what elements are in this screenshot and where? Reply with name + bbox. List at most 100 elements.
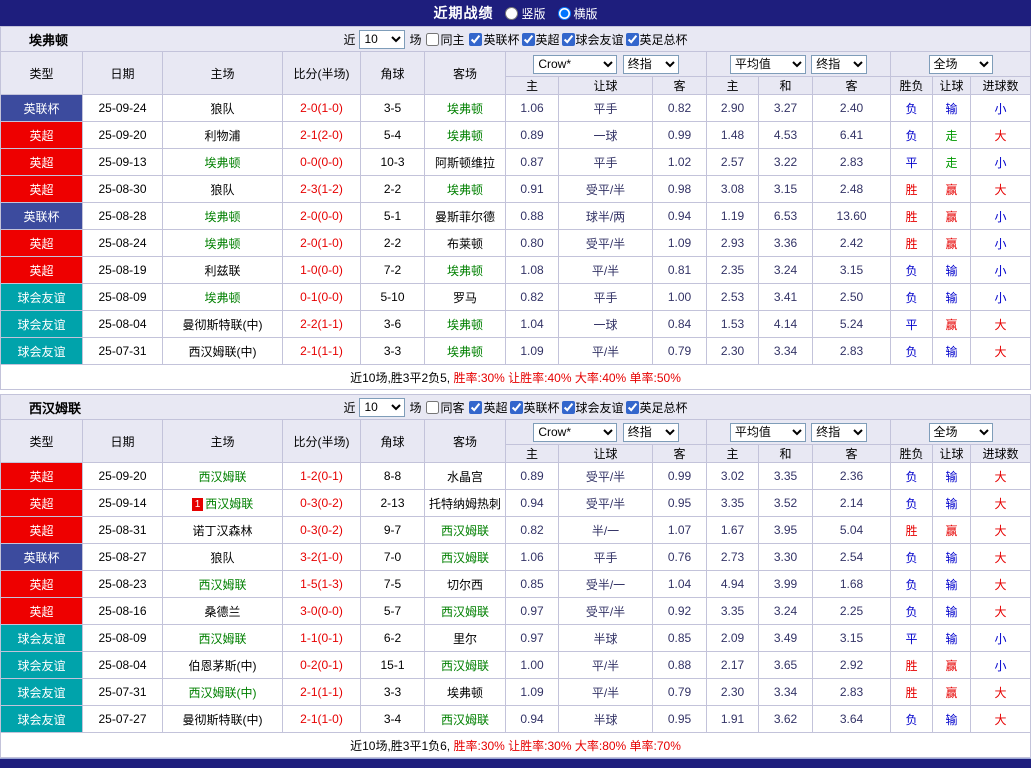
avg-draw-odds: 3.36 bbox=[759, 230, 813, 257]
sub-col-handicap-result: 让球 bbox=[933, 77, 971, 95]
result-goals: 大 bbox=[971, 490, 1031, 517]
home-team-name: 埃弗顿 bbox=[204, 291, 240, 305]
league-filter[interactable]: 英足总杯 bbox=[624, 399, 688, 416]
league-filter-checkbox[interactable] bbox=[562, 401, 575, 414]
match-count-select[interactable]: 10 bbox=[359, 398, 405, 417]
league-filter-checkbox[interactable] bbox=[562, 33, 575, 46]
avg-draw-odds: 3.52 bbox=[759, 490, 813, 517]
filter-bar: 近 10 场 同主 英联杯英超球会友谊英足总杯 bbox=[343, 30, 687, 49]
away-team-cell: 埃弗顿 bbox=[425, 311, 506, 338]
score-link[interactable]: 2-0(1-0) bbox=[283, 230, 361, 257]
result-handicap: 输 bbox=[933, 463, 971, 490]
avg-home-odds: 2.93 bbox=[707, 230, 759, 257]
score-link[interactable]: 1-2(0-1) bbox=[283, 463, 361, 490]
home-team-name: 西汉姆联(中) bbox=[189, 345, 257, 359]
league-filter[interactable]: 英足总杯 bbox=[624, 31, 688, 48]
sub-col-handicap-result: 让球 bbox=[933, 445, 971, 463]
league-filter[interactable]: 球会友谊 bbox=[560, 399, 624, 416]
avg-stage-select[interactable]: 终指 bbox=[811, 423, 867, 442]
score-link[interactable]: 0-2(0-1) bbox=[283, 652, 361, 679]
odds-company-select[interactable]: Crow* bbox=[533, 423, 617, 442]
match-row: 球会友谊25-08-04伯恩茅斯(中)0-2(0-1)15-1西汉姆联1.00平… bbox=[1, 652, 1031, 679]
crow-home-odds: 0.97 bbox=[506, 598, 559, 625]
home-team-name: 西汉姆联 bbox=[198, 470, 246, 484]
league-filter-checkbox[interactable] bbox=[626, 401, 639, 414]
league-filter[interactable]: 英超 bbox=[520, 31, 560, 48]
score-link[interactable]: 1-5(1-3) bbox=[283, 571, 361, 598]
sub-col-crow-away: 客 bbox=[653, 77, 707, 95]
league-filter[interactable]: 英联杯 bbox=[467, 31, 519, 48]
score-link[interactable]: 2-1(1-1) bbox=[283, 338, 361, 365]
away-team-cell: 埃弗顿 bbox=[425, 338, 506, 365]
match-date: 25-09-13 bbox=[83, 149, 163, 176]
match-scope-select[interactable]: 全场 bbox=[929, 423, 993, 442]
same-side-checkbox[interactable] bbox=[426, 33, 439, 46]
away-team-cell: 罗马 bbox=[425, 284, 506, 311]
score-link[interactable]: 0-3(0-2) bbox=[283, 490, 361, 517]
score-link[interactable]: 2-3(1-2) bbox=[283, 176, 361, 203]
avg-draw-odds: 4.53 bbox=[759, 122, 813, 149]
match-scope-select[interactable]: 全场 bbox=[929, 55, 993, 74]
league-filter-checkbox[interactable] bbox=[469, 33, 482, 46]
result-goals: 大 bbox=[971, 463, 1031, 490]
match-count-select[interactable]: 10 bbox=[359, 30, 405, 49]
score-link[interactable]: 3-2(1-0) bbox=[283, 544, 361, 571]
result-winloss: 负 bbox=[891, 257, 933, 284]
score-link[interactable]: 2-1(1-0) bbox=[283, 706, 361, 733]
away-team-name: 托特纳姆热刺 bbox=[429, 497, 501, 511]
league-filter-checkbox[interactable] bbox=[626, 33, 639, 46]
away-team-name: 西汉姆联 bbox=[441, 605, 489, 619]
vertical-view-radio[interactable] bbox=[505, 7, 518, 20]
score-link[interactable]: 2-2(1-1) bbox=[283, 311, 361, 338]
avg-stage-select[interactable]: 终指 bbox=[811, 55, 867, 74]
odds-stage-select[interactable]: 终指 bbox=[623, 55, 679, 74]
same-side-filter[interactable]: 同主 bbox=[424, 31, 464, 48]
crow-away-odds: 0.99 bbox=[653, 122, 707, 149]
sub-col-goals: 进球数 bbox=[971, 445, 1031, 463]
league-filter[interactable]: 球会友谊 bbox=[560, 31, 624, 48]
score-link[interactable]: 2-1(1-1) bbox=[283, 679, 361, 706]
col-corner: 角球 bbox=[361, 52, 425, 95]
league-filter-checkbox[interactable] bbox=[469, 401, 482, 414]
score-link[interactable]: 0-0(0-0) bbox=[283, 149, 361, 176]
score-link[interactable]: 1-1(0-1) bbox=[283, 625, 361, 652]
horizontal-view-radio[interactable] bbox=[558, 7, 571, 20]
view-option-vertical[interactable]: 竖版 bbox=[505, 5, 545, 22]
score-link[interactable]: 0-3(0-2) bbox=[283, 517, 361, 544]
league-type-badge: 球会友谊 bbox=[1, 311, 83, 338]
result-winloss: 负 bbox=[891, 544, 933, 571]
avg-odds-group: 平均值 终指 bbox=[707, 420, 891, 445]
same-side-filter[interactable]: 同客 bbox=[424, 399, 464, 416]
odds-stage-select[interactable]: 终指 bbox=[623, 423, 679, 442]
result-handicap: 输 bbox=[933, 95, 971, 122]
sub-col-avg-away: 客 bbox=[813, 445, 891, 463]
league-filter-checkbox[interactable] bbox=[522, 33, 535, 46]
score-link[interactable]: 0-1(0-0) bbox=[283, 284, 361, 311]
same-side-checkbox[interactable] bbox=[426, 401, 439, 414]
odds-company-select[interactable]: Crow* bbox=[533, 55, 617, 74]
score-link[interactable]: 1-0(0-0) bbox=[283, 257, 361, 284]
handicap-line: 平/半 bbox=[559, 679, 653, 706]
crow-away-odds: 0.95 bbox=[653, 490, 707, 517]
league-filter[interactable]: 英联杯 bbox=[508, 399, 560, 416]
crow-home-odds: 0.80 bbox=[506, 230, 559, 257]
score-link[interactable]: 2-1(2-0) bbox=[283, 122, 361, 149]
score-link[interactable]: 3-0(0-0) bbox=[283, 598, 361, 625]
away-team-cell: 托特纳姆热刺 bbox=[425, 490, 506, 517]
same-side-label: 同客 bbox=[440, 399, 464, 416]
avg-odds-select[interactable]: 平均值 bbox=[730, 423, 806, 442]
vertical-view-label: 竖版 bbox=[521, 5, 545, 22]
avg-odds-select[interactable]: 平均值 bbox=[730, 55, 806, 74]
score-link[interactable]: 2-0(0-0) bbox=[283, 203, 361, 230]
result-handicap: 输 bbox=[933, 706, 971, 733]
match-date: 25-08-09 bbox=[83, 625, 163, 652]
league-filter[interactable]: 英超 bbox=[467, 399, 507, 416]
view-option-horizontal[interactable]: 横版 bbox=[558, 5, 598, 22]
corner-count: 7-5 bbox=[361, 571, 425, 598]
league-filter-checkbox[interactable] bbox=[510, 401, 523, 414]
handicap-line: 半/一 bbox=[559, 517, 653, 544]
away-team-name: 罗马 bbox=[453, 291, 477, 305]
avg-away-odds: 2.92 bbox=[813, 652, 891, 679]
avg-draw-odds: 6.53 bbox=[759, 203, 813, 230]
score-link[interactable]: 2-0(1-0) bbox=[283, 95, 361, 122]
